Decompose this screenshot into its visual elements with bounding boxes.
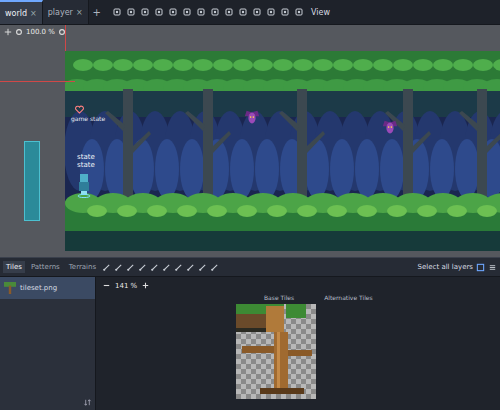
list-icon[interactable] — [167, 6, 179, 18]
ruler-icon[interactable] — [209, 6, 221, 18]
zoom-out-icon[interactable] — [102, 281, 111, 290]
scale-icon[interactable] — [153, 6, 165, 18]
lock-icon[interactable] — [251, 6, 263, 18]
gear-icon[interactable] — [15, 28, 23, 36]
panel-tab[interactable]: Terrains — [66, 261, 99, 273]
player-icon — [77, 172, 91, 198]
add-tab-button[interactable]: + — [89, 7, 105, 18]
forest-background — [65, 51, 500, 251]
player-node[interactable]: statestate — [77, 153, 95, 198]
source-item[interactable]: tileset.png — [0, 277, 95, 299]
panel-tab[interactable]: Patterns — [28, 261, 63, 273]
tileset-thumbnail-icon — [4, 282, 16, 294]
tile-sprites — [236, 304, 316, 399]
tileset-body: tileset.png 141 % Base Tiles Alternative Ti… — [0, 277, 500, 410]
state-label: state — [77, 153, 95, 161]
hud-node[interactable]: game state — [71, 105, 105, 122]
snap-icon[interactable] — [223, 6, 235, 18]
paint-icon[interactable] — [102, 263, 111, 272]
scene-tab[interactable]: player× — [43, 0, 89, 24]
atlas-header: Base Tiles — [264, 294, 294, 301]
atlas-header: Alternative Tiles — [324, 294, 372, 301]
state-label: state — [77, 161, 95, 169]
flip-h-icon[interactable] — [198, 263, 207, 272]
viewport-header: 100.0 % — [4, 28, 66, 36]
group-icon[interactable] — [265, 6, 277, 18]
godot-editor: world×player×+ View 100.0 % game state state… — [0, 0, 500, 410]
bone-icon[interactable] — [279, 6, 291, 18]
light-icon[interactable] — [293, 6, 305, 18]
pan-icon[interactable] — [195, 6, 207, 18]
rotate-right-icon[interactable] — [186, 263, 195, 272]
select-all-layers-button[interactable]: Select all layers — [418, 263, 473, 271]
rotate-icon[interactable] — [139, 6, 151, 18]
camera-limit-box[interactable] — [24, 141, 40, 221]
bat-icon[interactable] — [243, 109, 261, 127]
view-menu[interactable]: View — [307, 8, 334, 17]
guide-line — [0, 81, 75, 82]
close-icon[interactable]: × — [30, 9, 37, 18]
scene-tabs: world×player×+ — [0, 0, 105, 24]
zoom-in-icon[interactable] — [141, 281, 150, 290]
top-bar: world×player×+ View — [0, 0, 500, 25]
grid-icon[interactable] — [237, 6, 249, 18]
move-icon[interactable] — [125, 6, 137, 18]
atlas-toolbar: 141 % — [96, 277, 500, 294]
heart-icon — [75, 105, 84, 114]
atlas-view[interactable]: 141 % Base Tiles Alternative Tiles — [96, 277, 500, 410]
select-icon[interactable] — [111, 6, 123, 18]
sort-icon[interactable] — [83, 398, 92, 407]
atlas-zoom[interactable]: 141 % — [115, 282, 137, 290]
tileset-panel: TilesPatternsTerrains Select all layers ti… — [0, 257, 500, 410]
grid-icon[interactable] — [476, 263, 485, 272]
rotate-left-icon[interactable] — [174, 263, 183, 272]
bucket-icon[interactable] — [138, 263, 147, 272]
plus-icon[interactable] — [4, 28, 12, 36]
gear-icon[interactable] — [58, 28, 66, 36]
list-icon[interactable] — [488, 263, 497, 272]
tileset-toolbar: TilesPatternsTerrains Select all layers — [0, 258, 500, 277]
close-icon[interactable]: × — [76, 8, 83, 17]
game-scene[interactable]: game state statestate — [65, 51, 500, 251]
eraser-icon[interactable] — [162, 263, 171, 272]
flip-v-icon[interactable] — [210, 263, 219, 272]
tool-bar: View — [111, 6, 334, 18]
zoom-label[interactable]: 100.0 % — [26, 28, 55, 36]
atlas: Base Tiles Alternative Tiles — [96, 294, 500, 399]
picker-icon[interactable] — [150, 263, 159, 272]
guide-line — [65, 25, 66, 51]
tile-atlas[interactable] — [236, 304, 316, 399]
scene-tab[interactable]: world× — [0, 0, 43, 24]
rect-icon[interactable] — [126, 263, 135, 272]
panel-tab[interactable]: Tiles — [3, 261, 25, 273]
bat-icon[interactable] — [381, 119, 399, 137]
source-list: tileset.png — [0, 277, 96, 410]
viewport[interactable]: 100.0 % game state statestate — [0, 25, 500, 257]
line-icon[interactable] — [114, 263, 123, 272]
pivot-icon[interactable] — [181, 6, 193, 18]
